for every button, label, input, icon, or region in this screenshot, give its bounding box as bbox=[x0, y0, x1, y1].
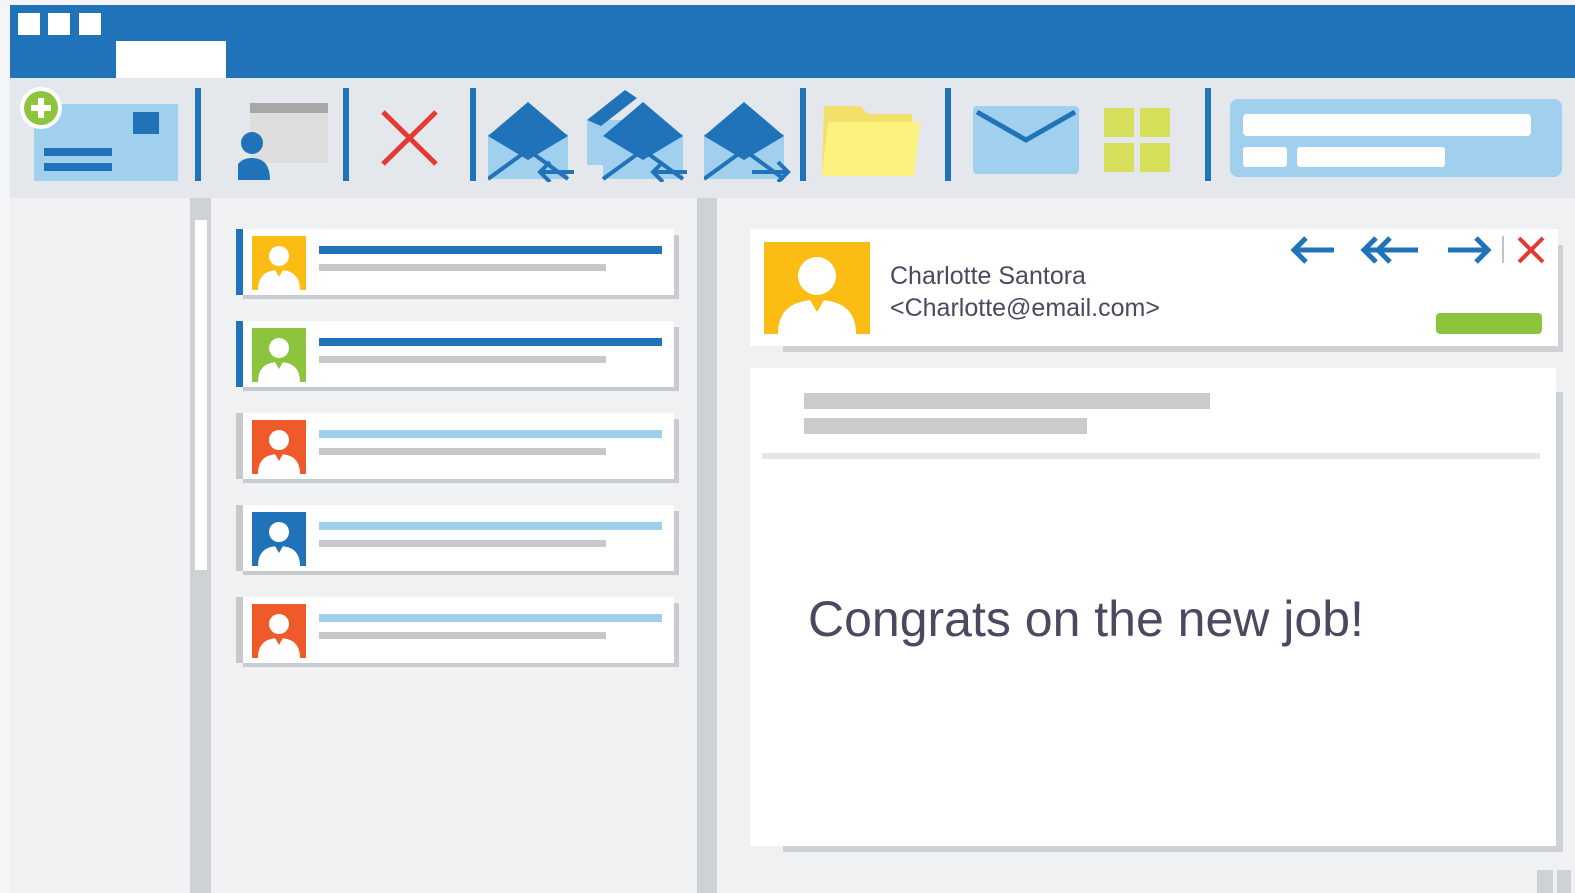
send-receive-icon bbox=[973, 106, 1079, 174]
body-divider bbox=[762, 453, 1540, 459]
reply-button[interactable] bbox=[488, 102, 578, 182]
message-subject-line bbox=[319, 522, 662, 530]
reply-arrow-icon bbox=[1290, 236, 1334, 264]
close-icon bbox=[1517, 236, 1545, 264]
message-preview-line bbox=[319, 264, 606, 271]
list-item[interactable] bbox=[236, 413, 674, 479]
list-item[interactable] bbox=[236, 597, 674, 663]
active-tab[interactable] bbox=[116, 41, 226, 78]
reply-icon bbox=[488, 102, 574, 182]
toolbar-separator bbox=[945, 88, 951, 181]
forward-button[interactable] bbox=[704, 102, 794, 182]
contacts-button[interactable] bbox=[238, 100, 330, 182]
read-indicator bbox=[236, 505, 243, 571]
forward-arrow-button[interactable] bbox=[1446, 235, 1492, 265]
message-preview-line bbox=[319, 356, 606, 363]
new-email-icon bbox=[20, 87, 178, 181]
search-input[interactable] bbox=[1243, 114, 1531, 136]
message-preview-line bbox=[319, 632, 606, 639]
forward-icon bbox=[704, 102, 791, 182]
nav-separator bbox=[1502, 236, 1504, 263]
reply-all-button[interactable] bbox=[587, 90, 692, 182]
sender-name: Charlotte Santora bbox=[890, 262, 1086, 290]
window-control-1[interactable] bbox=[18, 13, 40, 35]
avatar bbox=[252, 512, 306, 566]
message-list-divider[interactable] bbox=[697, 198, 717, 893]
toolbar-separator bbox=[1205, 88, 1211, 181]
sender-email: <Charlotte@email.com> bbox=[890, 294, 1160, 322]
avatar bbox=[252, 604, 306, 658]
sender-avatar bbox=[764, 242, 870, 334]
search-box[interactable] bbox=[1230, 99, 1562, 177]
message-body-text: Congrats on the new job! bbox=[808, 591, 1364, 647]
window-control-2[interactable] bbox=[48, 13, 70, 35]
unread-indicator bbox=[236, 321, 243, 387]
message-subject-line bbox=[319, 430, 662, 438]
send-receive-button[interactable] bbox=[973, 106, 1079, 174]
message-subject-line bbox=[319, 338, 662, 346]
subject-placeholder-line bbox=[804, 393, 1210, 409]
list-item[interactable] bbox=[236, 321, 674, 387]
message-subject-line bbox=[319, 246, 662, 254]
toolbar-separator bbox=[195, 88, 201, 181]
title-bar bbox=[10, 5, 1575, 78]
search-scope-selector[interactable] bbox=[1243, 147, 1287, 167]
forward-arrow-icon bbox=[1448, 236, 1492, 264]
resize-grip[interactable] bbox=[1557, 870, 1571, 893]
contacts-icon bbox=[238, 103, 328, 180]
read-indicator bbox=[236, 413, 243, 479]
search-filter-field[interactable] bbox=[1297, 147, 1445, 167]
list-item[interactable] bbox=[236, 229, 674, 295]
reply-all-arrow-button[interactable] bbox=[1360, 235, 1420, 265]
apps-icon bbox=[1104, 108, 1170, 172]
avatar bbox=[252, 420, 306, 474]
delete-button[interactable] bbox=[380, 109, 440, 167]
toolbar-separator bbox=[343, 88, 349, 181]
message-preview-line bbox=[319, 540, 606, 547]
toolbar-separator bbox=[800, 88, 806, 181]
avatar bbox=[252, 236, 306, 290]
unread-indicator bbox=[236, 229, 243, 295]
resize-grip[interactable] bbox=[1537, 870, 1553, 893]
folder-pane-scrollbar[interactable] bbox=[195, 220, 207, 570]
apps-button[interactable] bbox=[1104, 108, 1172, 174]
status-badge bbox=[1436, 313, 1542, 334]
close-message-button[interactable] bbox=[1516, 236, 1546, 264]
reply-arrow-button[interactable] bbox=[1290, 235, 1336, 265]
avatar bbox=[252, 328, 306, 382]
folder-icon bbox=[822, 106, 920, 176]
message-preview-line bbox=[319, 448, 606, 455]
reply-all-icon bbox=[587, 90, 687, 182]
folder-button[interactable] bbox=[820, 102, 924, 178]
read-indicator bbox=[236, 597, 243, 663]
list-item[interactable] bbox=[236, 505, 674, 571]
subject-placeholder-line bbox=[804, 418, 1087, 434]
message-subject-line bbox=[319, 614, 662, 622]
window-control-3[interactable] bbox=[79, 13, 101, 35]
reply-all-arrow-icon bbox=[1360, 236, 1418, 264]
delete-icon bbox=[381, 110, 438, 166]
new-email-button[interactable] bbox=[18, 86, 180, 184]
toolbar-separator bbox=[470, 88, 476, 181]
